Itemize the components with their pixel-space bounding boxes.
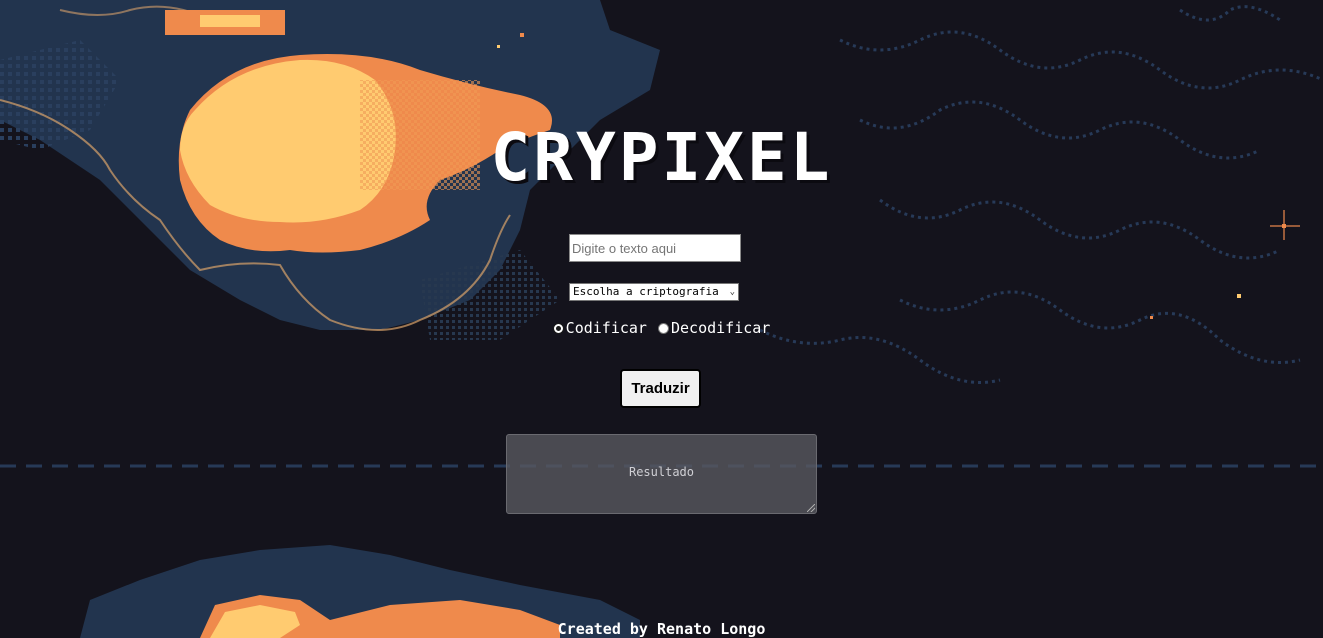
cipher-select[interactable]: Escolha a criptografia ⌄ [569, 283, 739, 301]
cipher-select-value: Escolha a criptografia [573, 285, 719, 298]
resize-grip-icon[interactable] [807, 504, 815, 512]
radio-decode[interactable] [657, 322, 669, 334]
app-title: CRYPIXEL [490, 119, 833, 196]
mode-decode-label[interactable]: Decodificar [671, 318, 770, 338]
mode-encode-label[interactable]: Codificar [566, 318, 647, 338]
result-textarea[interactable]: Resultado [506, 434, 817, 514]
glow-highlight [200, 15, 260, 27]
mode-option-encode[interactable]: Codificar [552, 318, 647, 338]
text-input[interactable] [569, 234, 741, 262]
footer-credit: Created by Renato Longo [557, 620, 766, 638]
chevron-down-icon: ⌄ [729, 287, 735, 297]
radio-encode[interactable] [552, 322, 564, 334]
translate-button[interactable]: Traduzir [620, 369, 701, 408]
mode-option-decode[interactable]: Decodificar [657, 318, 770, 338]
mode-radio-group: Codificar Decodificar [0, 318, 1323, 339]
page: CRYPIXEL Escolha a criptografia ⌄ Codifi… [0, 0, 1323, 638]
result-placeholder: Resultado [628, 465, 695, 479]
